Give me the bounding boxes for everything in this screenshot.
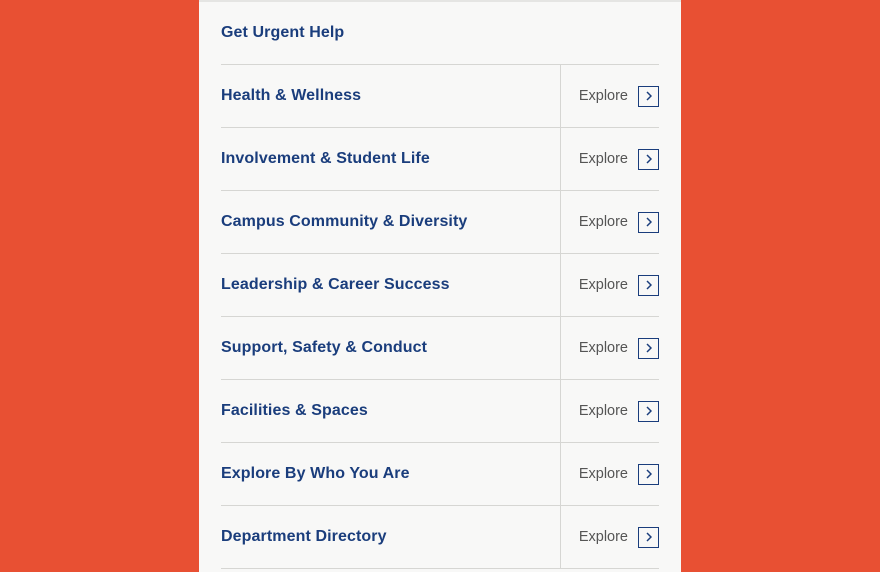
chevron-right-icon bbox=[638, 275, 659, 296]
chevron-right-icon bbox=[638, 401, 659, 422]
nav-panel: Get Urgent Help Health & Wellness Explor… bbox=[199, 0, 681, 572]
explore-button[interactable]: Explore bbox=[560, 317, 659, 379]
explore-label: Explore bbox=[579, 277, 628, 293]
nav-item-label: Get Urgent Help bbox=[221, 24, 344, 42]
explore-label: Explore bbox=[579, 529, 628, 545]
nav-item-health-wellness[interactable]: Health & Wellness Explore bbox=[221, 65, 659, 128]
nav-item-label: Campus Community & Diversity bbox=[221, 213, 467, 231]
chevron-right-icon bbox=[638, 212, 659, 233]
explore-label: Explore bbox=[579, 214, 628, 230]
nav-item-label: Department Directory bbox=[221, 528, 387, 546]
nav-item-urgent-help[interactable]: Get Urgent Help bbox=[221, 2, 659, 65]
chevron-right-icon bbox=[638, 149, 659, 170]
explore-button[interactable]: Explore bbox=[560, 65, 659, 127]
nav-item-support-safety-conduct[interactable]: Support, Safety & Conduct Explore bbox=[221, 317, 659, 380]
nav-item-label: Involvement & Student Life bbox=[221, 150, 430, 168]
nav-label-cell: Health & Wellness bbox=[221, 65, 560, 127]
nav-label-cell: Explore By Who You Are bbox=[221, 443, 560, 505]
explore-label: Explore bbox=[579, 466, 628, 482]
nav-item-campus-community-diversity[interactable]: Campus Community & Diversity Explore bbox=[221, 191, 659, 254]
nav-label-cell: Involvement & Student Life bbox=[221, 128, 560, 190]
nav-item-label: Facilities & Spaces bbox=[221, 402, 368, 420]
nav-label-cell: Campus Community & Diversity bbox=[221, 191, 560, 253]
nav-item-leadership-career-success[interactable]: Leadership & Career Success Explore bbox=[221, 254, 659, 317]
explore-label: Explore bbox=[579, 340, 628, 356]
nav-label-cell: Leadership & Career Success bbox=[221, 254, 560, 316]
explore-button[interactable]: Explore bbox=[560, 380, 659, 442]
chevron-right-icon bbox=[638, 527, 659, 548]
nav-item-label: Health & Wellness bbox=[221, 87, 361, 105]
nav-label-cell: Department Directory bbox=[221, 506, 560, 568]
nav-item-label: Support, Safety & Conduct bbox=[221, 339, 427, 357]
nav-list: Get Urgent Help Health & Wellness Explor… bbox=[199, 2, 681, 569]
nav-item-explore-by-who-you-are[interactable]: Explore By Who You Are Explore bbox=[221, 443, 659, 506]
nav-label-cell: Facilities & Spaces bbox=[221, 380, 560, 442]
nav-item-involvement-student-life[interactable]: Involvement & Student Life Explore bbox=[221, 128, 659, 191]
explore-label: Explore bbox=[579, 88, 628, 104]
explore-button[interactable]: Explore bbox=[560, 254, 659, 316]
nav-item-label: Leadership & Career Success bbox=[221, 276, 450, 294]
chevron-right-icon bbox=[638, 86, 659, 107]
explore-label: Explore bbox=[579, 403, 628, 419]
explore-button[interactable]: Explore bbox=[560, 191, 659, 253]
chevron-right-icon bbox=[638, 464, 659, 485]
nav-label-cell: Support, Safety & Conduct bbox=[221, 317, 560, 379]
nav-label-cell: Get Urgent Help bbox=[221, 2, 659, 64]
explore-label: Explore bbox=[579, 151, 628, 167]
chevron-right-icon bbox=[638, 338, 659, 359]
nav-item-facilities-spaces[interactable]: Facilities & Spaces Explore bbox=[221, 380, 659, 443]
explore-button[interactable]: Explore bbox=[560, 128, 659, 190]
nav-item-department-directory[interactable]: Department Directory Explore bbox=[221, 506, 659, 569]
nav-item-label: Explore By Who You Are bbox=[221, 465, 410, 483]
explore-button[interactable]: Explore bbox=[560, 506, 659, 568]
explore-button[interactable]: Explore bbox=[560, 443, 659, 505]
